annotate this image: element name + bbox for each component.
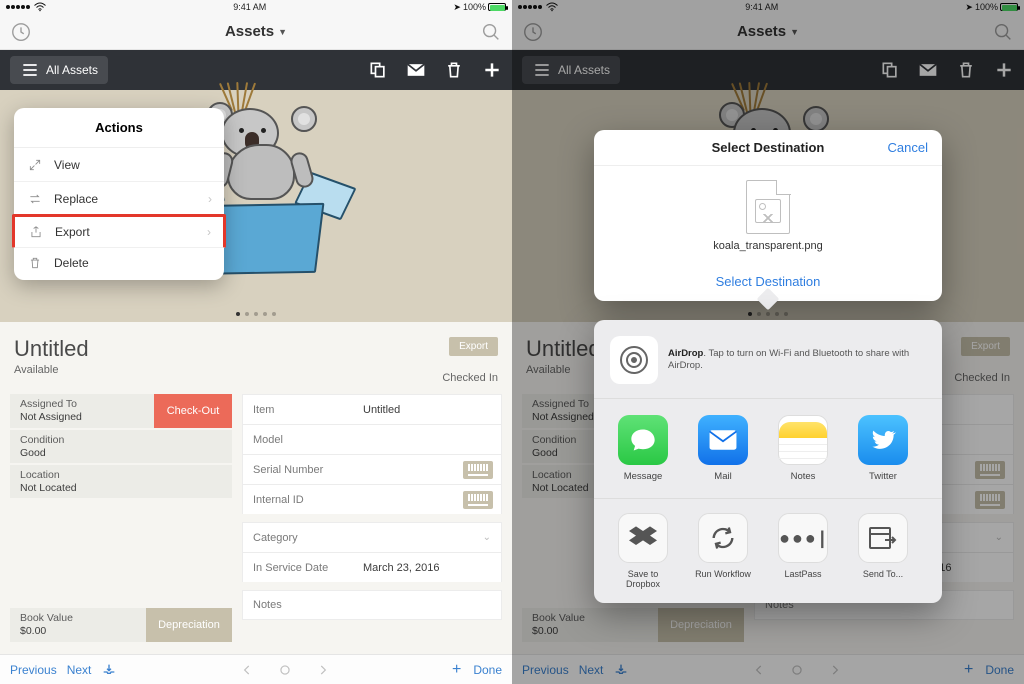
action-lastpass[interactable]: ●●●|LastPass bbox=[770, 513, 836, 589]
nav-title[interactable]: Assets▼ bbox=[225, 23, 287, 40]
status-bar: 9:41 AM ➤ 100% bbox=[0, 0, 512, 14]
assigned-field[interactable]: Assigned To Not Assigned Check-Out bbox=[10, 394, 232, 428]
internal-id-field[interactable]: Internal ID bbox=[242, 484, 502, 514]
depreciation-button[interactable]: Depreciation bbox=[146, 608, 232, 642]
wifi-icon bbox=[34, 2, 46, 12]
trash-icon bbox=[28, 256, 42, 270]
chevron-right-icon[interactable] bbox=[316, 663, 330, 677]
record-header: Untitled Available Export Checked In bbox=[0, 322, 512, 394]
next-link[interactable]: Next bbox=[67, 663, 92, 677]
prev-link[interactable]: Previous bbox=[10, 663, 57, 677]
action-run-workflow[interactable]: Run Workflow bbox=[690, 513, 756, 589]
action-view[interactable]: View bbox=[14, 148, 224, 182]
tray-icon[interactable] bbox=[101, 662, 117, 678]
battery-percent: 100% bbox=[463, 2, 486, 12]
page-indicator bbox=[0, 312, 512, 316]
history-icon[interactable] bbox=[10, 21, 32, 43]
app-message[interactable]: Message bbox=[610, 415, 676, 482]
popover-title: Actions bbox=[14, 108, 224, 148]
search-icon[interactable] bbox=[480, 21, 502, 43]
app-mail[interactable]: Mail bbox=[690, 415, 756, 482]
plus-icon[interactable] bbox=[482, 60, 502, 80]
expand-icon bbox=[28, 158, 42, 172]
notes-field[interactable]: Notes bbox=[242, 590, 502, 620]
checkout-button[interactable]: Check-Out bbox=[154, 394, 232, 428]
nav-arrow-icon: ➤ bbox=[453, 2, 461, 13]
action-save-dropbox[interactable]: Save to Dropbox bbox=[610, 513, 676, 589]
service-date-field[interactable]: In Service DateMarch 23, 2016 bbox=[242, 552, 502, 582]
share-title: Select Destination bbox=[608, 140, 928, 155]
barcode-icon[interactable] bbox=[463, 491, 493, 509]
filter-tag[interactable]: All Assets bbox=[10, 56, 108, 84]
availability: Available bbox=[14, 364, 89, 376]
action-send-to[interactable]: Send To... bbox=[850, 513, 916, 589]
item-field[interactable]: ItemUntitled bbox=[242, 394, 502, 424]
record-title: Untitled bbox=[14, 336, 89, 362]
category-field[interactable]: Category⌄ bbox=[242, 522, 502, 552]
swap-icon bbox=[28, 192, 42, 206]
actions-popover: Actions View Replace › Export › Delete bbox=[14, 108, 224, 280]
export-button[interactable]: Export bbox=[449, 337, 498, 356]
toolbar: All Assets bbox=[0, 50, 512, 90]
bottom-bar: Previous Next + Done bbox=[0, 654, 512, 684]
model-field[interactable]: Model bbox=[242, 424, 502, 454]
app-notes[interactable]: Notes bbox=[770, 415, 836, 482]
done-button[interactable]: Done bbox=[473, 663, 502, 677]
barcode-icon[interactable] bbox=[463, 461, 493, 479]
cancel-button[interactable]: Cancel bbox=[888, 140, 928, 155]
chevron-right-icon: › bbox=[208, 192, 212, 206]
chevron-right-icon: › bbox=[207, 225, 211, 239]
document-icon bbox=[746, 180, 790, 234]
copy-icon[interactable] bbox=[368, 60, 388, 80]
book-value-field[interactable]: Book Value $0.00 Depreciation bbox=[10, 608, 232, 642]
trash-icon[interactable] bbox=[444, 60, 464, 80]
battery-icon bbox=[488, 3, 506, 11]
chevron-down-icon: ⌄ bbox=[483, 532, 491, 543]
select-destination-panel: Select Destination Cancel koala_transpar… bbox=[594, 130, 942, 301]
action-delete[interactable]: Delete bbox=[14, 246, 224, 280]
mail-icon[interactable] bbox=[406, 60, 426, 80]
left-panel: 9:41 AM ➤ 100% Assets▼ All Assets bbox=[0, 0, 512, 684]
action-replace[interactable]: Replace › bbox=[14, 182, 224, 216]
right-panel: 9:41 AM ➤100% Assets▼ All Assets Untitle… bbox=[512, 0, 1024, 684]
list-icon bbox=[20, 60, 40, 80]
circle-icon[interactable] bbox=[278, 663, 292, 677]
condition-field[interactable]: Condition Good bbox=[10, 430, 232, 463]
nav-bar: Assets▼ bbox=[0, 14, 512, 50]
app-twitter[interactable]: Twitter bbox=[850, 415, 916, 482]
share-icon bbox=[29, 225, 43, 239]
filename: koala_transparent.png bbox=[594, 240, 942, 252]
status-time: 9:41 AM bbox=[233, 2, 266, 12]
airdrop-row[interactable]: AirDrop. Tap to turn on Wi-Fi and Blueto… bbox=[594, 330, 942, 399]
add-icon[interactable]: + bbox=[452, 661, 461, 679]
action-export[interactable]: Export › bbox=[12, 214, 226, 248]
share-sheet: AirDrop. Tap to turn on Wi-Fi and Blueto… bbox=[594, 320, 942, 603]
chevron-left-icon[interactable] bbox=[240, 663, 254, 677]
location-field[interactable]: Location Not Located bbox=[10, 465, 232, 498]
airdrop-icon bbox=[610, 336, 658, 384]
serial-field[interactable]: Serial Number bbox=[242, 454, 502, 484]
chevron-down-icon: ▼ bbox=[278, 27, 287, 37]
checked-in-status: Checked In bbox=[442, 372, 498, 384]
